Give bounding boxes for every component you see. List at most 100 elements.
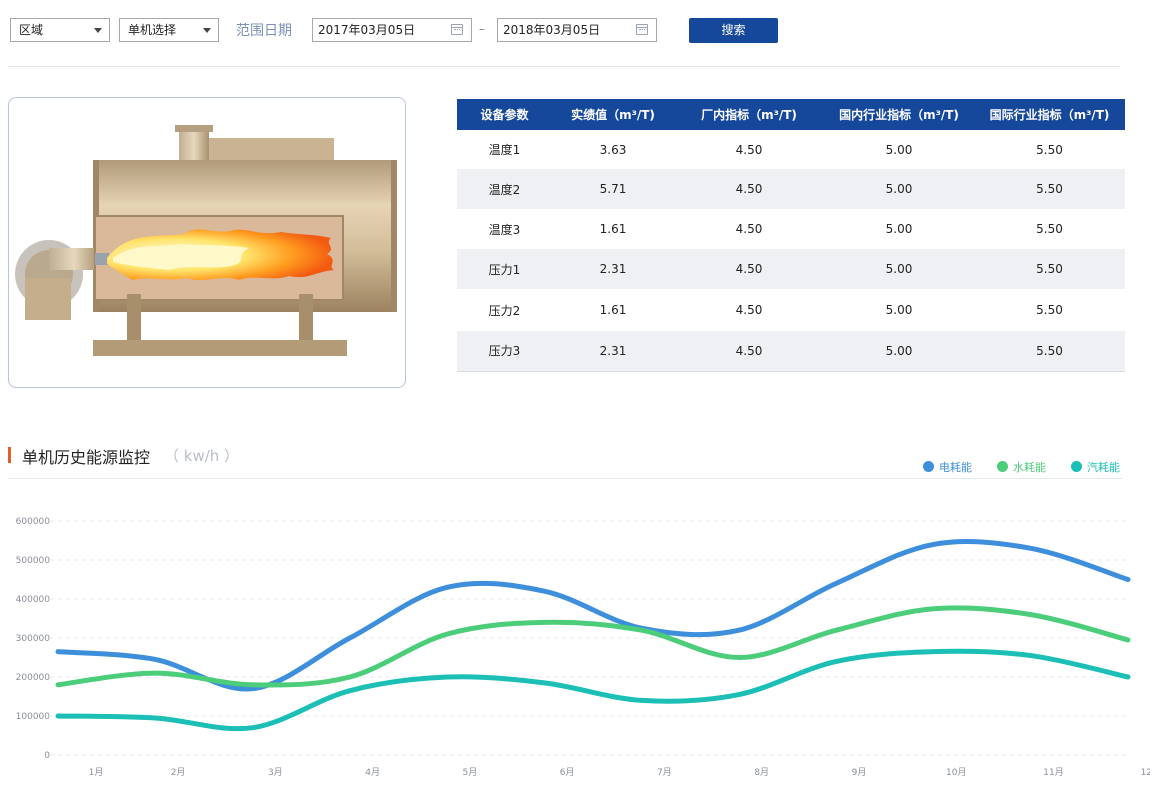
chevron-down-icon [203, 28, 211, 33]
table-cell: 压力3 [457, 331, 552, 372]
energy-line-chart: 0 100000 200000 300000 400000 500000 600000 1月 2… [16, 517, 1150, 778]
table-row: 温度2 5.71 4.50 5.00 5.50 [457, 169, 1125, 209]
boiler-illustration-card [8, 97, 406, 388]
y-tick-label: 500000 [16, 556, 51, 566]
table-cell: 4.50 [674, 331, 824, 372]
x-tick-label: 2月 [171, 767, 186, 778]
table-cell: 5.50 [974, 169, 1125, 209]
x-tick-label: 12月 [1141, 767, 1150, 778]
table-cell: 5.00 [824, 331, 974, 372]
legend-label: 汽耗能 [1087, 461, 1120, 474]
x-tick-label: 7月 [657, 767, 672, 778]
x-tick-label: 1月 [89, 767, 104, 778]
table-cell: 4.50 [735, 222, 763, 236]
chevron-down-icon [94, 28, 102, 33]
table-cell: 4.50 [735, 142, 763, 157]
table-cell: 5.50 [1036, 222, 1063, 236]
table-cell: 5.50 [974, 331, 1125, 372]
table-cell: 3.63 [599, 142, 627, 157]
table-cell: 5.50 [1036, 142, 1063, 157]
date-range-label: 范围日期 [236, 23, 292, 39]
region-select-value: 区域 [19, 23, 44, 37]
calendar-icon[interactable] [451, 24, 463, 35]
table-cell: 4.50 [674, 169, 824, 209]
search-button[interactable]: 搜索 [689, 18, 778, 43]
date-separator: – [479, 22, 485, 36]
table-cell: 5.00 [824, 249, 974, 289]
legend-dot-icon [1071, 461, 1082, 472]
region-select[interactable]: 区域 [10, 18, 110, 42]
chimney [179, 128, 209, 164]
y-tick-label: 0 [44, 751, 50, 761]
x-tick-label: 11月 [1043, 767, 1063, 778]
table-header-row: 设备参数 实绩值（m³/T) 厂内指标（m³/T) 国内行业指标（m³/T) 国… [457, 99, 1125, 130]
x-tick-label: 6月 [560, 767, 575, 778]
leg [299, 294, 313, 342]
start-date-input[interactable]: 2017年03月05日 [312, 18, 472, 42]
table-cell: 5.71 [552, 169, 674, 209]
table-cell: 4.50 [674, 249, 824, 289]
column-header: 实绩值（m³/T) [552, 99, 674, 130]
table-cell: 5.50 [1036, 303, 1063, 317]
table-cell: 4.50 [735, 303, 763, 317]
x-tick-label: 4月 [365, 767, 380, 778]
column-header: 设备参数 [457, 99, 552, 130]
series-line-water [55, 605, 1131, 688]
column-header: 国际行业指标（m³/T) [974, 99, 1125, 130]
table-row: 压力2 1.61 4.50 5.00 5.50 [457, 289, 1125, 331]
legend-dot-icon [923, 461, 934, 472]
table-cell: 5.50 [974, 249, 1125, 289]
boiler-illustration [15, 125, 397, 356]
x-tick-label: 8月 [754, 767, 769, 778]
divider [8, 478, 1122, 479]
filter-bar: 区域 单机选择 范围日期 2017年03月05日 – 2018年03月05日 搜… [0, 0, 1164, 66]
table-cell: 压力2 [488, 303, 521, 318]
start-date-value: 2017年03月05日 [318, 23, 416, 37]
table-row: 温度3 1.61 4.50 5.00 5.50 [457, 209, 1125, 249]
table-cell: 1.61 [599, 222, 627, 236]
end-date-input[interactable]: 2018年03月05日 [497, 18, 657, 42]
y-tick-label: 600000 [16, 517, 51, 527]
legend-dot-icon [997, 461, 1008, 472]
calendar-icon[interactable] [636, 24, 648, 35]
y-tick-label: 400000 [16, 595, 51, 605]
x-tick-label: 10月 [946, 767, 966, 778]
top-housing [209, 138, 334, 162]
table-row: 压力3 2.31 4.50 5.00 5.50 [457, 331, 1125, 372]
table-row: 温度1 3.63 4.50 5.00 5.50 [457, 130, 1125, 169]
series-line-electric [55, 539, 1131, 692]
table-cell: 温度1 [488, 143, 521, 157]
x-tick-label: 9月 [852, 767, 867, 778]
series-line-steam [55, 648, 1131, 732]
table-row: 压力1 2.31 4.50 5.00 5.50 [457, 249, 1125, 289]
x-tick-label: 5月 [463, 767, 478, 778]
unit-select[interactable]: 单机选择 [119, 18, 219, 42]
section-title: 单机历史能源监控 [22, 448, 151, 467]
table-cell: 压力1 [457, 249, 552, 289]
table-cell: 5.00 [885, 303, 913, 317]
divider [8, 66, 1120, 67]
base [93, 340, 347, 356]
section-accent-bar [8, 447, 11, 463]
y-tick-label: 100000 [16, 712, 51, 722]
unit-select-value: 单机选择 [128, 23, 177, 37]
table-cell: 温度2 [457, 169, 552, 209]
column-header: 国内行业指标（m³/T) [824, 99, 974, 130]
table-cell: 5.00 [885, 222, 913, 236]
section-unit: （ kw/h ） [164, 447, 240, 465]
parameter-table: 设备参数 实绩值（m³/T) 厂内指标（m³/T) 国内行业指标（m³/T) 国… [457, 99, 1125, 372]
table-cell: 2.31 [552, 249, 674, 289]
table-cell: 1.61 [599, 303, 627, 317]
x-tick-label: 3月 [268, 767, 283, 778]
table-cell: 5.00 [824, 169, 974, 209]
table-cell: 2.31 [552, 331, 674, 372]
table-cell: 5.00 [885, 142, 913, 157]
legend-label: 水耗能 [1013, 461, 1046, 474]
y-tick-label: 300000 [16, 634, 51, 644]
leg [127, 294, 141, 342]
legend-label: 电耗能 [939, 461, 972, 474]
end-date-value: 2018年03月05日 [503, 23, 601, 37]
table-cell: 温度3 [488, 222, 521, 237]
column-header: 厂内指标（m³/T) [674, 99, 824, 130]
y-tick-label: 200000 [16, 673, 51, 683]
